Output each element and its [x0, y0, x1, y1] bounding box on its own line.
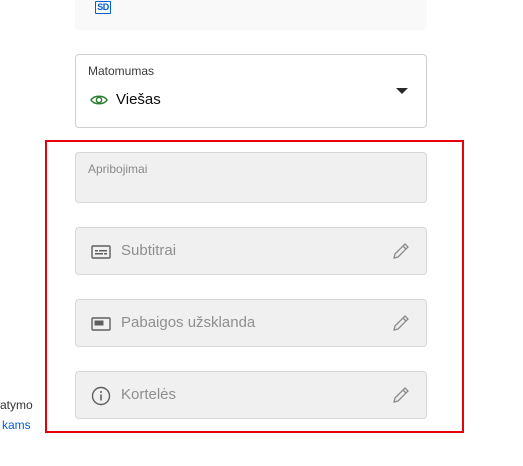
pencil-icon[interactable]: [390, 240, 412, 262]
restrictions-field: Apribojimai: [75, 152, 427, 203]
cutoff-link[interactable]: kams: [2, 418, 31, 432]
pencil-icon[interactable]: [390, 384, 412, 406]
visibility-label: Matomumas: [88, 64, 155, 78]
sd-icon: SD: [95, 1, 111, 14]
video-quality-card: SD: [75, 0, 427, 30]
cards-row[interactable]: Kortelės: [75, 371, 427, 419]
subtitles-icon: [91, 245, 111, 259]
restrictions-label: Apribojimai: [88, 162, 148, 176]
visibility-value: Viešas: [116, 91, 161, 108]
visibility-dropdown[interactable]: Matomumas Viešas: [75, 54, 427, 128]
end-screen-row[interactable]: Pabaigos užsklanda: [75, 299, 427, 347]
subtitles-row[interactable]: Subtitrai: [75, 227, 427, 275]
subtitles-label: Subtitrai: [121, 242, 177, 259]
eye-icon: [90, 95, 108, 105]
chevron-down-icon[interactable]: [396, 88, 408, 94]
pencil-icon[interactable]: [390, 312, 412, 334]
cards-label: Kortelės: [121, 386, 177, 403]
cutoff-text: atymo: [0, 398, 33, 412]
end-screen-label: Pabaigos užsklanda: [121, 314, 256, 331]
end-screen-icon: [91, 317, 111, 331]
info-icon: [91, 386, 111, 406]
